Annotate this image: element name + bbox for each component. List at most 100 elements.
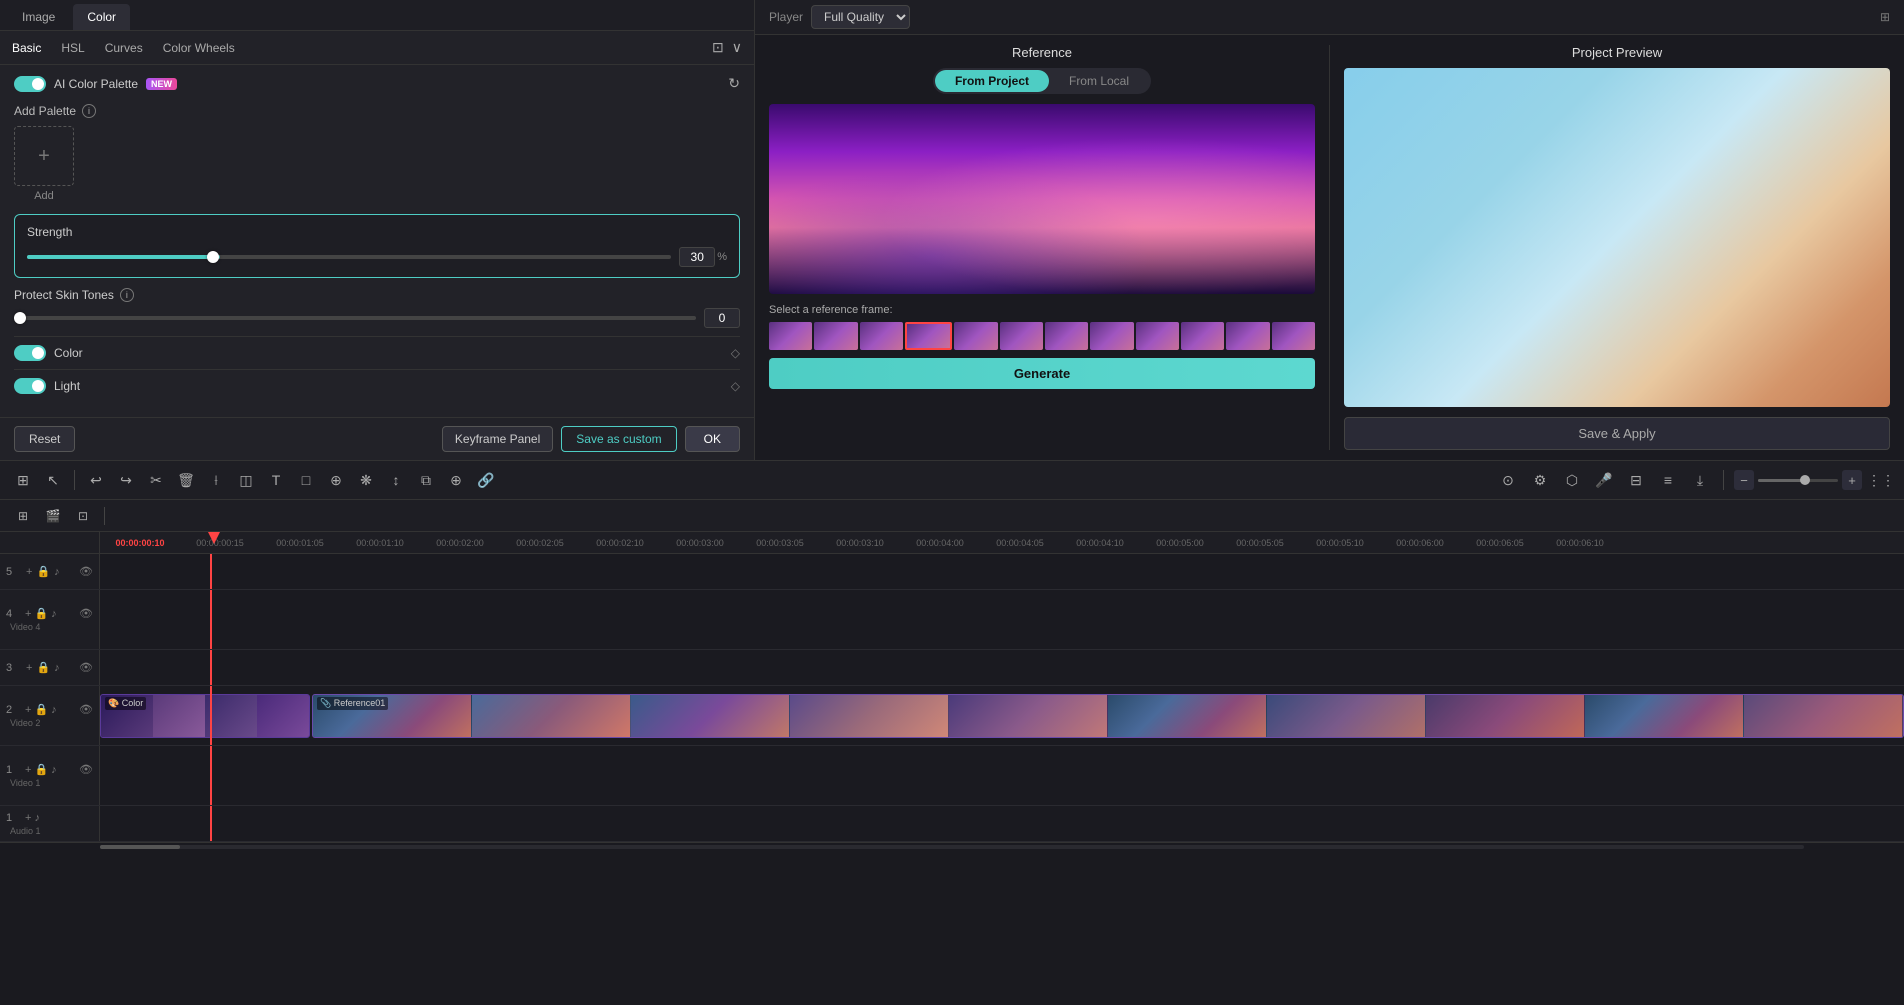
generate-button[interactable]: Generate bbox=[769, 358, 1315, 389]
toolbar-caption-icon[interactable]: ⊟ bbox=[1623, 467, 1649, 493]
track-1-audio-icon[interactable]: ♪ bbox=[51, 764, 57, 776]
protect-skin-info-icon[interactable]: i bbox=[120, 288, 134, 302]
zoom-in-button[interactable]: + bbox=[1842, 470, 1862, 490]
frame-thumb-2[interactable] bbox=[860, 322, 903, 350]
frame-thumb-1[interactable] bbox=[814, 322, 857, 350]
refresh-icon[interactable]: ↻ bbox=[728, 75, 740, 92]
color-diamond-icon[interactable]: ◇ bbox=[731, 346, 740, 360]
keyframe-panel-button[interactable]: Keyframe Panel bbox=[442, 426, 553, 452]
toolbar-more-icon[interactable]: ⋮⋮ bbox=[1868, 467, 1894, 493]
toolbar-effect-icon[interactable]: ❋ bbox=[353, 467, 379, 493]
add-palette-info-icon[interactable]: i bbox=[82, 104, 96, 118]
toolbar-undo-icon[interactable]: ↩ bbox=[83, 467, 109, 493]
basic-tab[interactable]: Basic bbox=[12, 41, 41, 55]
toolbar-subtitle-icon[interactable]: ≡ bbox=[1655, 467, 1681, 493]
toolbar-add-icon[interactable]: ⊕ bbox=[323, 467, 349, 493]
reset-button[interactable]: Reset bbox=[14, 426, 75, 452]
frame-thumb-8[interactable] bbox=[1136, 322, 1179, 350]
frame-thumb-4[interactable] bbox=[954, 322, 997, 350]
track-3-lock-icon[interactable]: 🔒 bbox=[36, 661, 50, 674]
from-local-tab[interactable]: From Local bbox=[1049, 70, 1149, 92]
toolbar-extract-icon[interactable]: ⤓ bbox=[1687, 467, 1713, 493]
ai-palette-toggle[interactable] bbox=[14, 76, 46, 92]
strength-value[interactable]: 30 bbox=[679, 247, 715, 267]
toolbar-select-icon[interactable]: ↖ bbox=[40, 467, 66, 493]
frame-thumb-7[interactable] bbox=[1090, 322, 1133, 350]
strength-slider-track[interactable] bbox=[27, 255, 671, 259]
color-wheels-tab[interactable]: Color Wheels bbox=[163, 41, 235, 55]
track-4-content[interactable] bbox=[100, 590, 1904, 649]
scrollbar-thumb[interactable] bbox=[100, 845, 180, 849]
track-2-audio-icon[interactable]: ♪ bbox=[51, 704, 57, 716]
frame-thumb-3[interactable] bbox=[905, 322, 952, 350]
toolbar-split-icon[interactable]: ⟊ bbox=[203, 467, 229, 493]
strength-slider-thumb[interactable] bbox=[207, 251, 219, 263]
timeline-snap-icon[interactable]: ⊡ bbox=[70, 503, 96, 529]
track-4-audio-icon[interactable]: ♪ bbox=[51, 608, 57, 620]
toolbar-mic-icon[interactable]: 🎤 bbox=[1591, 467, 1617, 493]
protect-skin-slider[interactable] bbox=[14, 316, 696, 320]
track-1-content[interactable] bbox=[100, 746, 1904, 805]
save-as-custom-button[interactable]: Save as custom bbox=[561, 426, 676, 452]
protect-skin-thumb[interactable] bbox=[14, 312, 26, 324]
image-tab[interactable]: Image bbox=[8, 4, 69, 30]
track-1-add-icon[interactable]: + bbox=[25, 764, 31, 776]
track-5-add-icon[interactable]: + bbox=[26, 566, 32, 578]
frame-thumb-11[interactable] bbox=[1272, 322, 1315, 350]
toolbar-link-icon[interactable]: 🔗 bbox=[473, 467, 499, 493]
light-toggle[interactable] bbox=[14, 378, 46, 394]
ok-button[interactable]: OK bbox=[685, 426, 740, 452]
toolbar-settings-icon[interactable]: ⚙ bbox=[1527, 467, 1553, 493]
track-1-lock-icon[interactable]: 🔒 bbox=[34, 763, 48, 776]
from-project-tab[interactable]: From Project bbox=[935, 70, 1049, 92]
toolbar-box-icon[interactable]: □ bbox=[293, 467, 319, 493]
color-clip[interactable]: 🎨 Color bbox=[100, 694, 310, 738]
protect-skin-value[interactable]: 0 bbox=[704, 308, 740, 328]
frame-thumb-9[interactable] bbox=[1181, 322, 1224, 350]
toolbar-text-icon[interactable]: T bbox=[263, 467, 289, 493]
color-toggle[interactable] bbox=[14, 345, 46, 361]
toolbar-speed-icon[interactable]: ↕ bbox=[383, 467, 409, 493]
toolbar-trim-icon[interactable]: ◫ bbox=[233, 467, 259, 493]
playhead-triangle[interactable] bbox=[208, 532, 220, 544]
track-3-content[interactable] bbox=[100, 650, 1904, 685]
color-tab[interactable]: Color bbox=[73, 4, 130, 30]
frame-thumb-6[interactable] bbox=[1045, 322, 1088, 350]
toolbar-redo-icon[interactable]: ↪ bbox=[113, 467, 139, 493]
track-4-add-icon[interactable]: + bbox=[25, 608, 31, 620]
audio-1-content[interactable] bbox=[100, 806, 1904, 841]
layout-icon[interactable]: ⊞ bbox=[1880, 10, 1890, 24]
zoom-out-button[interactable]: − bbox=[1734, 470, 1754, 490]
track-5-content[interactable] bbox=[100, 554, 1904, 589]
timeline-add-icon[interactable]: ⊞ bbox=[10, 503, 36, 529]
reference-clip[interactable]: 📎 Reference01 bbox=[312, 694, 1904, 738]
reference-image[interactable] bbox=[769, 104, 1315, 294]
add-palette-button[interactable]: + bbox=[14, 126, 74, 186]
toolbar-cut-icon[interactable]: ✂ bbox=[143, 467, 169, 493]
track-3-eye-icon[interactable]: 👁 bbox=[79, 661, 93, 674]
toolbar-paste-icon[interactable]: ⊕ bbox=[443, 467, 469, 493]
track-4-eye-icon[interactable]: 👁 bbox=[79, 607, 93, 620]
timeline-clip-icon[interactable]: 🎬 bbox=[40, 503, 66, 529]
collapse-icon[interactable]: ∨ bbox=[732, 39, 742, 56]
track-2-content[interactable]: 🎨 Color 📎 Reference01 bbox=[100, 686, 1904, 745]
track-2-add-icon[interactable]: + bbox=[25, 704, 31, 716]
zoom-bar-thumb[interactable] bbox=[1800, 475, 1810, 485]
scrollbar-track[interactable] bbox=[100, 845, 1804, 849]
track-5-audio-icon[interactable]: ♪ bbox=[54, 566, 60, 578]
track-3-audio-icon[interactable]: ♪ bbox=[54, 662, 60, 674]
toolbar-fullscreen-icon[interactable]: ⊙ bbox=[1495, 467, 1521, 493]
toolbar-delete-icon[interactable]: 🗑 bbox=[173, 467, 199, 493]
curves-tab[interactable]: Curves bbox=[105, 41, 143, 55]
quality-select[interactable]: Full Quality bbox=[811, 5, 910, 29]
toolbar-grid-icon[interactable]: ⊞ bbox=[10, 467, 36, 493]
save-apply-button[interactable]: Save & Apply bbox=[1344, 417, 1890, 450]
audio-1-audio-icon[interactable]: ♪ bbox=[34, 812, 40, 824]
track-3-add-icon[interactable]: + bbox=[26, 662, 32, 674]
audio-1-add-icon[interactable]: + bbox=[25, 812, 31, 824]
track-2-lock-icon[interactable]: 🔒 bbox=[34, 703, 48, 716]
toolbar-copy-icon[interactable]: ⧉ bbox=[413, 467, 439, 493]
track-2-eye-icon[interactable]: 👁 bbox=[79, 703, 93, 716]
track-5-lock-icon[interactable]: 🔒 bbox=[36, 565, 50, 578]
frame-thumb-10[interactable] bbox=[1226, 322, 1269, 350]
